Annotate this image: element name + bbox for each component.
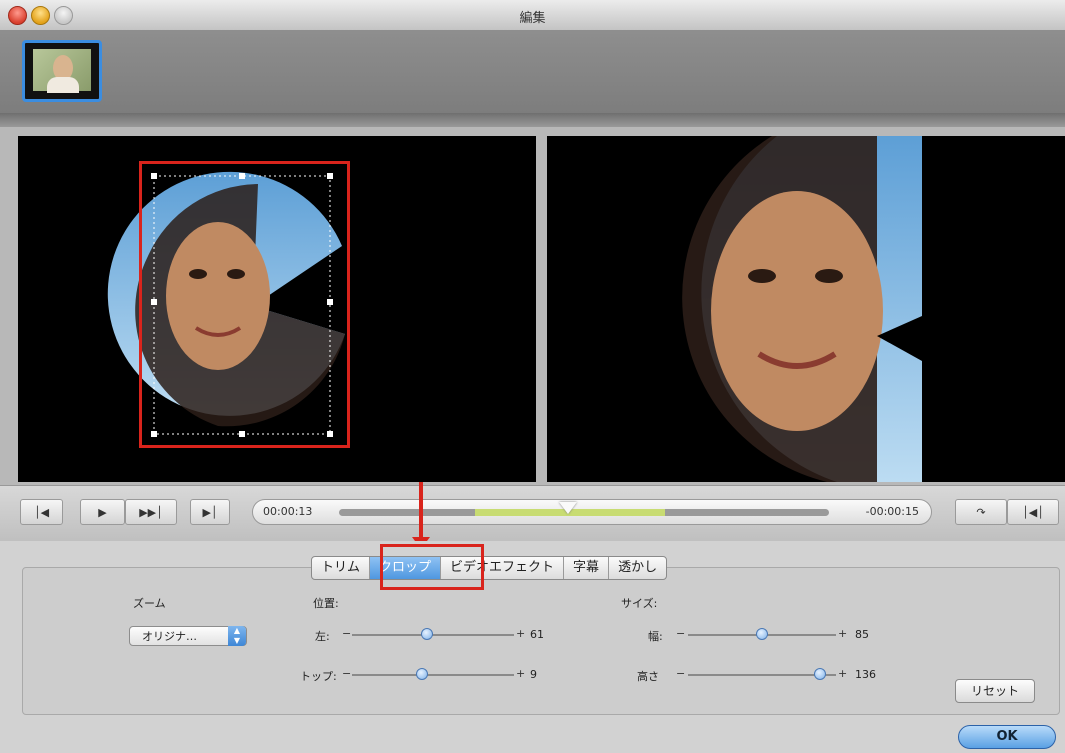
width-plus-icon[interactable]: + — [838, 627, 847, 640]
transport-bar: │◀ ▶ ▶▶│ ▶│ 00:00:13 -00:00:15 ↷ │◀│ — [0, 485, 1065, 542]
width-value: 85 — [855, 628, 869, 641]
crop-highlight-box — [139, 161, 350, 448]
left-slider-knob[interactable] — [421, 628, 433, 640]
go-to-start-button[interactable]: │◀ — [20, 499, 63, 525]
height-minus-icon[interactable]: − — [676, 667, 685, 680]
crop-tab-highlight — [380, 544, 484, 590]
size-label: サイズ: — [621, 597, 658, 610]
left-minus-icon[interactable]: − — [342, 627, 351, 640]
playhead-icon[interactable] — [559, 502, 577, 514]
timeline-track[interactable] — [339, 502, 829, 516]
top-slider-track[interactable] — [352, 674, 514, 676]
fast-forward-button[interactable]: ▶▶│ — [125, 499, 177, 525]
height-label: 高さ — [637, 670, 659, 683]
strip-divider — [0, 113, 1065, 127]
clip-strip — [0, 31, 1065, 113]
zoom-value: オリジナ… — [142, 630, 197, 643]
width-minus-icon[interactable]: − — [676, 627, 685, 640]
top-minus-icon[interactable]: − — [342, 667, 351, 680]
top-slider-knob[interactable] — [416, 668, 428, 680]
zoom-select[interactable]: オリジナ… ▲ ▼ — [129, 626, 247, 646]
height-value: 136 — [855, 668, 876, 681]
top-plus-icon[interactable]: + — [516, 667, 525, 680]
remaining-time: -00:00:15 — [865, 505, 919, 518]
go-to-end-button[interactable]: ▶│ — [190, 499, 230, 525]
window-title: 編集 — [519, 11, 546, 26]
height-slider-knob[interactable] — [814, 668, 826, 680]
select-arrows-icon: ▲ ▼ — [228, 626, 246, 646]
left-slider-track[interactable] — [352, 634, 514, 636]
left-label: 左: — [315, 630, 330, 643]
title-bar: 編集 — [0, 0, 1065, 31]
zoom-label: ズーム — [133, 597, 166, 610]
top-label: トップ: — [300, 670, 337, 683]
width-slider-knob[interactable] — [756, 628, 768, 640]
reset-button[interactable]: リセット — [955, 679, 1035, 703]
height-plus-icon[interactable]: + — [838, 667, 847, 680]
play-button[interactable]: ▶ — [80, 499, 125, 525]
left-plus-icon[interactable]: + — [516, 627, 525, 640]
tab-subtitle[interactable]: 字幕 — [564, 557, 610, 579]
ok-button[interactable]: OK — [958, 725, 1056, 749]
settings-panel: トリム クロップ ビデオエフェクト 字幕 透かし ズーム オリジナ… ▲ ▼ 位置… — [0, 541, 1065, 753]
output-preview[interactable] — [547, 136, 1065, 482]
timeline[interactable]: 00:00:13 -00:00:15 — [252, 499, 932, 525]
top-value: 9 — [530, 668, 537, 681]
tab-bar: トリム クロップ ビデオエフェクト 字幕 透かし — [311, 556, 668, 580]
tab-trim[interactable]: トリム — [312, 557, 371, 579]
thumbnail-image — [33, 49, 91, 93]
tab-watermark[interactable]: 透かし — [609, 557, 666, 579]
width-label: 幅: — [648, 630, 663, 643]
position-label: 位置: — [313, 597, 339, 610]
set-start-button[interactable]: ↷ — [955, 499, 1007, 525]
clip-thumbnail[interactable] — [22, 40, 102, 102]
set-end-button[interactable]: │◀│ — [1007, 499, 1059, 525]
current-time: 00:00:13 — [263, 505, 313, 518]
left-value: 61 — [530, 628, 544, 641]
down-arrow-annotation — [419, 482, 423, 542]
